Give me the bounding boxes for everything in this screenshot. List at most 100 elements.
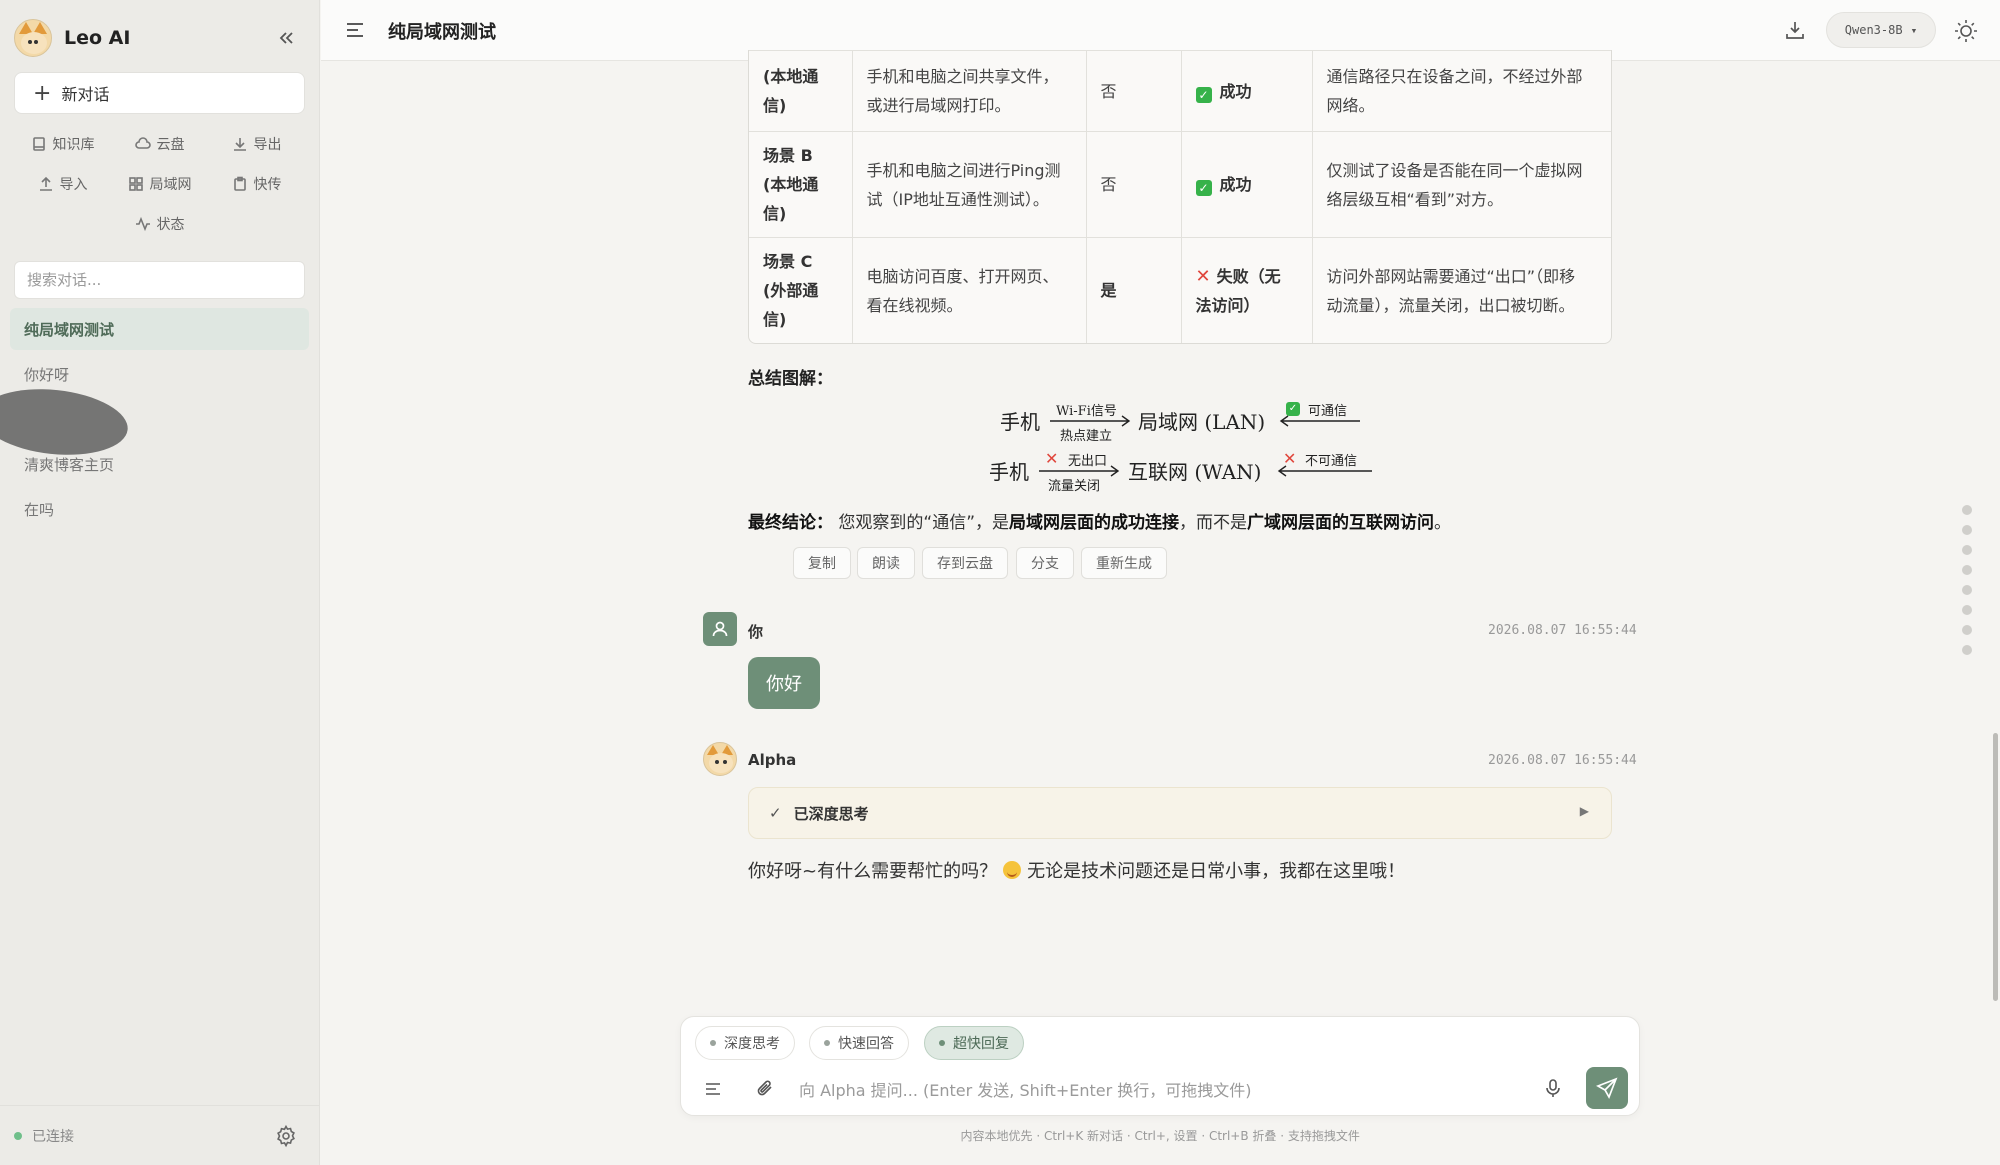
conclusion-text: ，而不是 [1179,513,1248,533]
model-select[interactable]: Qwen3-8B ▾ [1826,12,1936,48]
mode-chip-ultra-fast[interactable]: 超快回复 [924,1026,1024,1060]
table-cell-result: ✓ 成功 [1181,131,1313,238]
book-icon [32,137,45,151]
mode-chip-quick-answer[interactable]: 快速回答 [809,1026,909,1060]
table-cell-result: ✓ 成功 [1181,50,1313,132]
table-cell-internet: 否 [1086,50,1182,132]
read-aloud-button[interactable]: 朗读 [857,547,915,579]
table-cell-note: 访问外部网站需要通过“出口”（即移 动流量），流量关闭，出口被切断。 [1312,237,1611,343]
table-cell-note: 仅测试了设备是否能在同一个虚拟网 络层级互相“看到”对方。 [1312,131,1611,238]
chip-dot [710,1040,716,1046]
gear-icon [277,1124,295,1148]
user-icon [712,621,728,637]
diagram-phone-1: 手机 [1000,410,1040,434]
tool-lan[interactable]: 局域网 [111,168,208,200]
nav-dot[interactable] [1962,525,1972,535]
final-conclusion: 最终结论： 您观察到的“通信”，是局域网层面的成功连接，而不是广域网层面的互联网… [748,508,1451,533]
diagram-arrow-bottom-1: 热点建立 [1060,429,1113,444]
chip-dot [939,1040,945,1046]
table-row: 场景 B (本地通 信) 手机和电脑之间进行Ping测 试（IP地址互通性测试）。 否… [749,131,1611,238]
conversation-item[interactable]: 清爽博客主页 [10,443,309,485]
message-input[interactable] [799,1075,1419,1105]
app-name: Leo AI [64,27,131,49]
check-mark-icon: ✓ [1286,402,1300,416]
conversation-item[interactable]: 你好呀 [10,353,309,395]
save-to-cloud-button[interactable]: 存到云盘 [922,547,1008,579]
tool-status[interactable]: 状态 [111,208,208,240]
download-icon [1786,22,1804,39]
prompt-menu-button[interactable] [703,1079,727,1103]
attach-button[interactable] [755,1077,779,1101]
send-icon [1596,1077,1618,1099]
nav-dot[interactable] [1962,505,1972,515]
tool-knowledge-base[interactable]: 知识库 [14,128,111,160]
send-button[interactable] [1586,1067,1628,1109]
download-button[interactable] [1783,18,1807,42]
tool-import[interactable]: 导入 [14,168,111,200]
left-arrow-icon [1279,415,1360,427]
table-cell-scene: 场景 B (本地通 信) [749,131,853,238]
voice-input-button[interactable] [1542,1077,1566,1101]
diagram-label-reachable: 可通信 [1308,404,1348,419]
branch-button[interactable]: 分支 [1016,547,1074,579]
tool-cloud[interactable]: 云盘 [111,128,208,160]
menu-button[interactable] [343,18,367,42]
conversation-item[interactable]: 在吗 [10,488,309,530]
diagram-arrow-bottom-2: 流量关闭 [1048,479,1101,494]
thinking-label: 已深度思考 [793,804,869,823]
conversation-item[interactable]: 纯局域网测试 [10,308,309,350]
settings-button[interactable] [274,1124,298,1148]
message-timestamp: 2026.08.07 16:55:44 [1488,623,1637,638]
tool-label: 云盘 [156,137,185,153]
theme-toggle-button[interactable] [1953,18,1979,44]
table-cell-note: 通信路径只在设备之间，不经过外部 网络。 [1312,50,1611,132]
ai-message-text: 你好呀~有什么需要帮忙的吗？ 无论是技术问题还是日常小事，我都在这里哦！ [748,861,1406,882]
nav-dot[interactable] [1962,645,1972,655]
connection-status-dot [14,1131,22,1140]
page-title: 纯局域网测试 [388,22,496,43]
cross-mark-icon: ✕ [1045,449,1059,468]
regenerate-button[interactable]: 重新生成 [1081,547,1167,579]
mode-chip-deep-think[interactable]: 深度思考 [695,1026,795,1060]
diagram-arrow-top-1: Wi-Fi信号 [1056,404,1117,419]
list-icon [706,1083,720,1095]
fox-logo-icon [14,19,52,57]
new-chat-button[interactable]: + 新对话 [14,72,305,114]
tool-label: 局域网 [149,177,192,193]
tool-label: 导入 [59,177,88,193]
nav-dot[interactable] [1962,565,1972,575]
check-icon: ✓ [769,804,782,822]
composer: 深度思考 快速回答 超快回复 [680,1016,1640,1116]
user-avatar [703,612,737,646]
nav-dot[interactable] [1962,545,1972,555]
ai-name: Alpha [748,751,797,769]
message-nav-dots[interactable] [1962,505,1974,665]
nav-dot[interactable] [1962,585,1972,595]
nav-dot[interactable] [1962,625,1972,635]
model-name: Qwen3-8B [1844,23,1903,37]
copy-button[interactable]: 复制 [793,547,851,579]
table-cell-scene: (本地通 信) [749,50,853,132]
table-cell-desc: 电脑访问百度、打开网页、 看在线视频。 [852,237,1087,343]
cross-mark-icon: ✕ [1283,449,1297,468]
conclusion-text: 。 [1434,513,1452,533]
brand: Leo AI [14,16,130,60]
ai-avatar [703,742,737,776]
clipboard-icon [233,176,246,191]
table-cell-desc: 手机和电脑之间进行Ping测 试（IP地址互通性测试）。 [852,131,1087,238]
user-message-bubble: 你好 [748,657,820,709]
tool-quick-transfer[interactable]: 快传 [208,168,305,200]
activity-icon [135,216,150,232]
table-cell-desc: 手机和电脑之间共享文件， 或进行局域网打印。 [852,50,1087,132]
tool-export[interactable]: 导出 [208,128,305,160]
collapse-sidebar-button[interactable] [272,24,300,52]
tool-label: 状态 [156,217,185,233]
nav-dot[interactable] [1962,605,1972,615]
search-conversations-input[interactable] [14,261,305,299]
right-arrow-icon [1039,465,1120,477]
table-cell-internet: 否 [1086,131,1182,238]
paperclip-icon [757,1080,772,1096]
scrollbar-thumb[interactable] [1993,733,1998,1001]
left-arrow-icon [1277,465,1372,477]
thinking-toggle[interactable]: ✓ 已深度思考 ▶ [748,787,1612,839]
